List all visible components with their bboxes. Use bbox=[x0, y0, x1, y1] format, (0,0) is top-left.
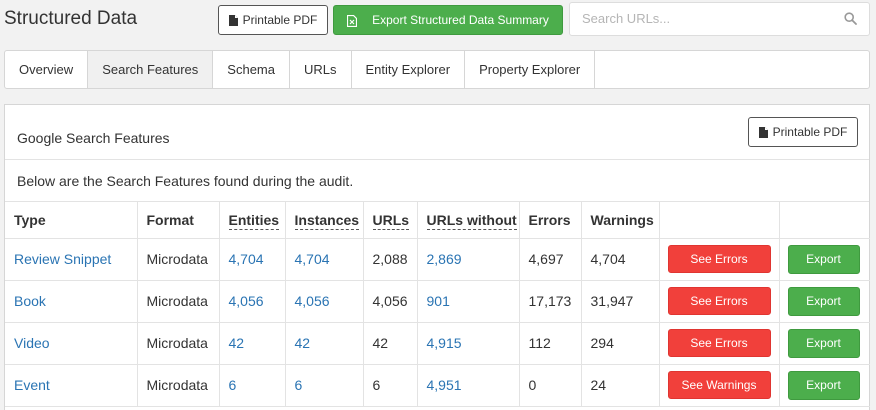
see-errors-button[interactable]: See Errors bbox=[667, 245, 771, 273]
search-icon[interactable] bbox=[844, 12, 857, 28]
urls-without-link[interactable]: 4,915 bbox=[427, 335, 462, 351]
export-file-icon bbox=[347, 14, 358, 27]
entities-link[interactable]: 6 bbox=[229, 377, 237, 393]
see-warnings-button[interactable]: See Warnings bbox=[667, 371, 771, 399]
warnings-cell: 24 bbox=[581, 364, 660, 407]
tab-urls[interactable]: URLs bbox=[290, 51, 352, 88]
type-link[interactable]: Event bbox=[14, 377, 50, 393]
format-cell: Microdata bbox=[137, 322, 220, 365]
table-header-row: Type Format Entities Instances URLs URLs… bbox=[5, 202, 870, 239]
entities-link[interactable]: 4,704 bbox=[229, 251, 264, 267]
warnings-cell: 294 bbox=[581, 322, 660, 365]
urls-without-link[interactable]: 4,951 bbox=[427, 377, 462, 393]
warnings-cell: 4,704 bbox=[581, 238, 660, 281]
type-link[interactable]: Review Snippet bbox=[14, 251, 111, 267]
tab-overview[interactable]: Overview bbox=[5, 51, 89, 88]
panel-printable-pdf-label: Printable PDF bbox=[772, 125, 848, 139]
export-row-button[interactable]: Export bbox=[787, 286, 860, 316]
tab-entity-explorer[interactable]: Entity Explorer bbox=[352, 51, 466, 88]
panel-title: Google Search Features bbox=[17, 130, 170, 146]
entities-link[interactable]: 4,056 bbox=[229, 293, 264, 309]
instances-link[interactable]: 4,704 bbox=[295, 251, 330, 267]
col-type: Type bbox=[5, 202, 138, 239]
urls-cell: 42 bbox=[363, 322, 418, 365]
export-row-button[interactable]: Export bbox=[787, 328, 860, 358]
errors-cell: 17,173 bbox=[519, 280, 582, 323]
top-bar: Structured Data Printable PDF Export Str… bbox=[0, 0, 876, 40]
search-features-panel: Google Search Features Printable PDF Bel… bbox=[4, 104, 870, 410]
errors-cell: 4,697 bbox=[519, 238, 582, 281]
export-summary-button[interactable]: Export Structured Data Summary bbox=[333, 5, 563, 35]
see-errors-button[interactable]: See Errors bbox=[667, 329, 771, 357]
col-warnings: Warnings bbox=[581, 202, 660, 239]
urls-cell: 2,088 bbox=[363, 238, 418, 281]
panel-printable-pdf-button[interactable]: Printable PDF bbox=[748, 117, 858, 147]
col-action bbox=[659, 202, 780, 239]
document-icon bbox=[758, 126, 768, 138]
table-row: Book Microdata 4,056 4,056 4,056 901 17,… bbox=[5, 280, 870, 323]
col-urls-label: URLs bbox=[372, 211, 410, 230]
errors-cell: 0 bbox=[519, 364, 582, 407]
format-cell: Microdata bbox=[137, 280, 220, 323]
col-format: Format bbox=[137, 202, 220, 239]
table-row: Review Snippet Microdata 4,704 4,704 2,0… bbox=[5, 238, 870, 281]
col-errors: Errors bbox=[519, 202, 582, 239]
export-row-button[interactable]: Export bbox=[787, 244, 860, 274]
panel-description: Below are the Search Features found duri… bbox=[5, 160, 869, 202]
col-instances-label: Instances bbox=[294, 211, 360, 230]
type-link[interactable]: Video bbox=[14, 335, 50, 351]
export-row-button[interactable]: Export bbox=[787, 370, 860, 400]
document-icon bbox=[228, 14, 238, 26]
type-link[interactable]: Book bbox=[14, 293, 46, 309]
tab-schema[interactable]: Schema bbox=[213, 51, 290, 88]
see-errors-button[interactable]: See Errors bbox=[667, 287, 771, 315]
printable-pdf-button[interactable]: Printable PDF bbox=[218, 5, 328, 35]
tab-search-features[interactable]: Search Features bbox=[88, 51, 214, 88]
search-features-table: Type Format Entities Instances URLs URLs… bbox=[5, 202, 870, 407]
panel-header: Google Search Features Printable PDF bbox=[5, 105, 869, 160]
urls-cell: 4,056 bbox=[363, 280, 418, 323]
col-urls[interactable]: URLs bbox=[363, 202, 418, 239]
entities-link[interactable]: 42 bbox=[229, 335, 245, 351]
tab-property-explorer[interactable]: Property Explorer bbox=[465, 51, 596, 88]
col-entities[interactable]: Entities bbox=[219, 202, 286, 239]
col-urls-without[interactable]: URLs without bbox=[417, 202, 520, 239]
col-instances[interactable]: Instances bbox=[285, 202, 364, 239]
urls-without-link[interactable]: 2,869 bbox=[427, 251, 462, 267]
search-input[interactable] bbox=[582, 11, 832, 26]
col-entities-label: Entities bbox=[228, 211, 280, 230]
col-urls-without-label: URLs without bbox=[426, 211, 517, 230]
errors-cell: 112 bbox=[519, 322, 582, 365]
instances-link[interactable]: 6 bbox=[295, 377, 303, 393]
warnings-cell: 31,947 bbox=[581, 280, 660, 323]
export-summary-label: Export Structured Data Summary bbox=[372, 13, 549, 27]
urls-cell: 6 bbox=[363, 364, 418, 407]
urls-without-link[interactable]: 901 bbox=[427, 293, 450, 309]
format-cell: Microdata bbox=[137, 238, 220, 281]
format-cell: Microdata bbox=[137, 364, 220, 407]
table-row: Video Microdata 42 42 42 4,915 112 294 S… bbox=[5, 322, 870, 365]
col-export bbox=[779, 202, 870, 239]
tab-bar: Overview Search Features Schema URLs Ent… bbox=[4, 50, 870, 89]
table-row: Event Microdata 6 6 6 4,951 0 24 See War… bbox=[5, 364, 870, 407]
printable-pdf-label: Printable PDF bbox=[242, 13, 318, 27]
instances-link[interactable]: 4,056 bbox=[295, 293, 330, 309]
page-title: Structured Data bbox=[4, 8, 138, 29]
instances-link[interactable]: 42 bbox=[295, 335, 311, 351]
search-box[interactable] bbox=[569, 2, 870, 36]
